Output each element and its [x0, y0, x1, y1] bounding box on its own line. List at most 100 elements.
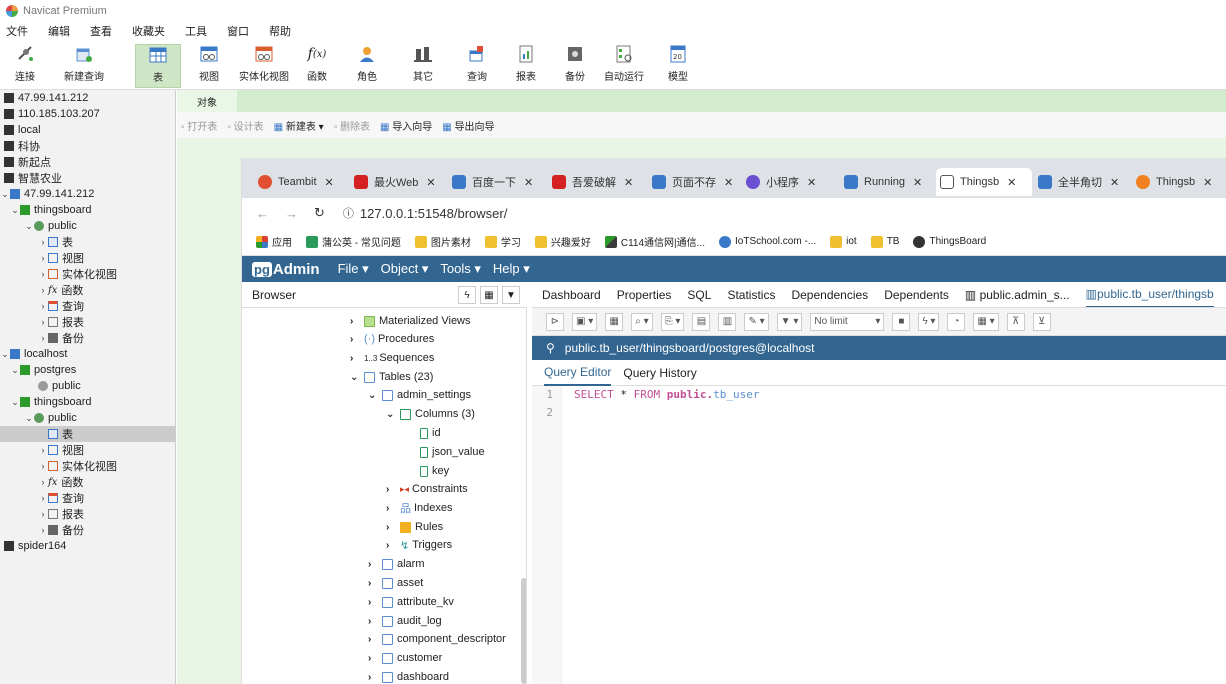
tree-indexes[interactable]: › 品 Indexes — [386, 499, 453, 517]
tree-materialized-views-pg[interactable]: › Materialized Views — [350, 312, 471, 330]
edit-icon[interactable]: ✎ ▾ — [744, 312, 769, 331]
menu-window[interactable]: 窗口 — [227, 23, 249, 39]
close-icon[interactable]: ✕ — [624, 176, 633, 189]
tree-connection-7[interactable]: ⌄ 47.99.141.212 — [0, 186, 176, 202]
tree-functions-local[interactable]: › fx 函数 — [0, 474, 176, 490]
chevron-right-icon[interactable]: › — [350, 334, 364, 345]
model-button[interactable]: 20 模型 — [663, 44, 693, 88]
chevron-right-icon[interactable]: › — [368, 616, 382, 627]
tree-table-attribute-kv[interactable]: › attribute_kv — [368, 593, 454, 611]
view-data-icon[interactable]: ▦ — [480, 286, 498, 304]
report-button[interactable]: 报表 — [511, 44, 541, 88]
tree-connection-4[interactable]: 科协 — [0, 138, 176, 154]
filter-icon[interactable]: ▼ ▾ — [776, 312, 803, 331]
tree-column-id[interactable]: id — [420, 424, 441, 442]
chevron-right-icon[interactable]: › — [38, 477, 48, 487]
chevron-right-icon[interactable]: › — [368, 672, 382, 683]
chevron-right-icon[interactable]: › — [368, 653, 382, 664]
chevron-right-icon[interactable]: › — [350, 316, 364, 327]
tree-queries[interactable]: › 查询 — [0, 298, 176, 314]
browser-tab[interactable]: 最火Web ✕ — [350, 168, 446, 196]
tree-tables[interactable]: › 表 — [0, 234, 176, 250]
save-icon[interactable]: ▣ ▾ — [572, 312, 598, 331]
connection-button[interactable]: 连接 — [10, 44, 40, 88]
chevron-right-icon[interactable]: › — [38, 333, 48, 343]
chevron-down-icon[interactable]: ⌄ — [24, 413, 34, 424]
menu-tools[interactable]: 工具 — [185, 23, 207, 39]
close-icon[interactable]: ✕ — [1007, 176, 1016, 189]
bookmark-apps[interactable]: 应用 — [256, 234, 292, 249]
menu-object-pg[interactable]: Object ▾ — [381, 261, 429, 277]
bookmark-folder[interactable]: TB — [870, 235, 899, 248]
tree-table-dashboard[interactable]: › dashboard — [368, 668, 449, 684]
chevron-right-icon[interactable]: › — [38, 237, 48, 247]
chevron-right-icon[interactable]: › — [368, 597, 382, 608]
bookmark-folder[interactable]: iot — [830, 235, 857, 248]
tree-materialized-views[interactable]: › 实体化视图 — [0, 266, 176, 282]
close-icon[interactable]: ✕ — [807, 176, 816, 189]
tree-db-postgres[interactable]: ⌄ postgres — [0, 362, 176, 378]
design-table-button[interactable]: ▫ 设计表 — [227, 118, 263, 133]
explain-icon[interactable]: ◔ — [947, 312, 966, 331]
view-button[interactable]: 视图 — [194, 44, 224, 88]
tab-statistics[interactable]: Statistics — [727, 288, 775, 302]
limit-select[interactable]: No limit ▾ — [810, 312, 885, 331]
backup-button[interactable]: 备份 — [560, 44, 590, 88]
dropdown-icon[interactable]: ▾ — [319, 122, 324, 133]
chevron-right-icon[interactable]: › — [386, 503, 400, 514]
close-icon[interactable]: ✕ — [325, 176, 334, 189]
delete-table-button[interactable]: ▫ 删除表 — [334, 118, 370, 133]
chevron-right-icon[interactable]: › — [38, 253, 48, 263]
menu-help-pg[interactable]: Help ▾ — [493, 261, 530, 277]
chevron-down-icon[interactable]: ⌄ — [0, 189, 10, 200]
role-button[interactable]: 角色 — [352, 44, 382, 88]
browser-tab[interactable]: 吾爱破解 ✕ — [548, 168, 646, 196]
open-table-button[interactable]: ▫ 打开表 — [181, 118, 217, 133]
tree-views-local[interactable]: › 视图 — [0, 442, 176, 458]
tree-schema-public-postgres[interactable]: public — [0, 378, 176, 394]
query-tool-icon[interactable]: ϟ — [458, 286, 476, 304]
tree-triggers[interactable]: › ↯ Triggers — [386, 536, 452, 554]
tab-objects[interactable]: 对象 — [177, 90, 237, 112]
tree-queries-local[interactable]: › 查询 — [0, 490, 176, 506]
bookmark-folder[interactable]: 学习 — [484, 234, 521, 249]
rollback-icon[interactable]: ⊻ — [1032, 312, 1051, 331]
tab-tb-user-query[interactable]: ▥ public.tb_user/thingsb — [1085, 282, 1214, 307]
close-icon[interactable]: ✕ — [913, 176, 922, 189]
tab-query-history[interactable]: Query History — [623, 366, 696, 380]
chevron-right-icon[interactable]: › — [38, 509, 48, 519]
bookmark-item[interactable]: IoTSchool.com -... — [719, 235, 816, 248]
delete-icon[interactable]: ▥ — [718, 312, 737, 331]
reload-icon[interactable]: ↻ — [314, 205, 325, 221]
sql-editor[interactable]: 1 2 SELECT * FROM public.tb_user — [532, 386, 1226, 684]
chevron-right-icon[interactable]: › — [350, 353, 364, 364]
chevron-down-icon[interactable]: ⌄ — [10, 365, 20, 376]
menu-file-pg[interactable]: File ▾ — [338, 261, 369, 277]
copy-icon[interactable]: ⎘ ▾ — [660, 312, 685, 331]
browser-tab[interactable]: 全半角切 ✕ — [1034, 168, 1130, 196]
tree-rules[interactable]: › Rules — [386, 518, 443, 536]
chevron-right-icon[interactable]: › — [386, 484, 400, 495]
close-icon[interactable]: ✕ — [524, 176, 533, 189]
chevron-right-icon[interactable]: › — [38, 317, 48, 327]
menu-edit[interactable]: 编辑 — [48, 23, 70, 39]
tree-reports[interactable]: › 报表 — [0, 314, 176, 330]
menu-favorites[interactable]: 收藏夹 — [132, 23, 165, 39]
chevron-right-icon[interactable]: › — [368, 634, 382, 645]
stop-icon[interactable]: ■ — [892, 312, 911, 331]
tree-connection-3[interactable]: local — [0, 122, 176, 138]
connection-status-icon[interactable]: ⚲ — [546, 341, 555, 355]
tree-tables-pg[interactable]: ⌄ Tables (23) — [350, 368, 433, 386]
chevron-down-icon[interactable]: ⌄ — [10, 205, 20, 216]
tree-db-thingsboard-local[interactable]: ⌄ thingsboard — [0, 394, 176, 410]
bookmark-folder[interactable]: 图片素材 — [414, 234, 471, 249]
chevron-down-icon[interactable]: ⌄ — [368, 390, 382, 401]
other-button[interactable]: 其它 — [408, 44, 438, 88]
tree-table-admin-settings[interactable]: ⌄ admin_settings — [368, 386, 471, 404]
export-wizard-button[interactable]: ▦ 导出向导 — [442, 118, 494, 133]
close-icon[interactable]: ✕ — [426, 176, 435, 189]
tab-admin-settings-query[interactable]: ▥ public.admin_s... — [965, 288, 1070, 302]
open-file-icon[interactable]: ⊳ — [546, 312, 564, 331]
filter-icon[interactable]: ▼ — [502, 286, 520, 304]
find-icon[interactable]: ▦ — [605, 312, 624, 331]
